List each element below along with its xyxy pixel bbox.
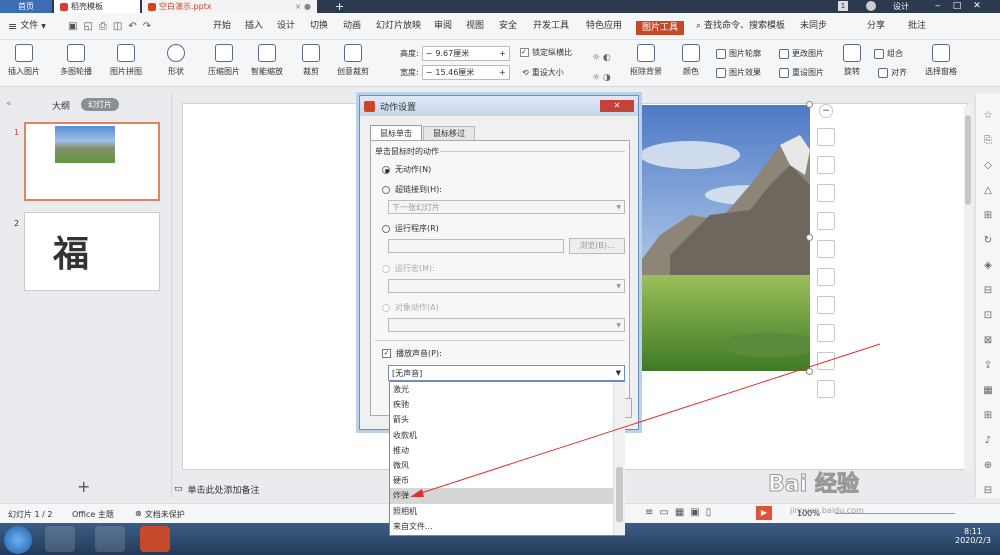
watermark-logo: Bai 经验 bbox=[768, 472, 860, 498]
watermark-url: jingyan.baidu.com bbox=[790, 506, 864, 515]
